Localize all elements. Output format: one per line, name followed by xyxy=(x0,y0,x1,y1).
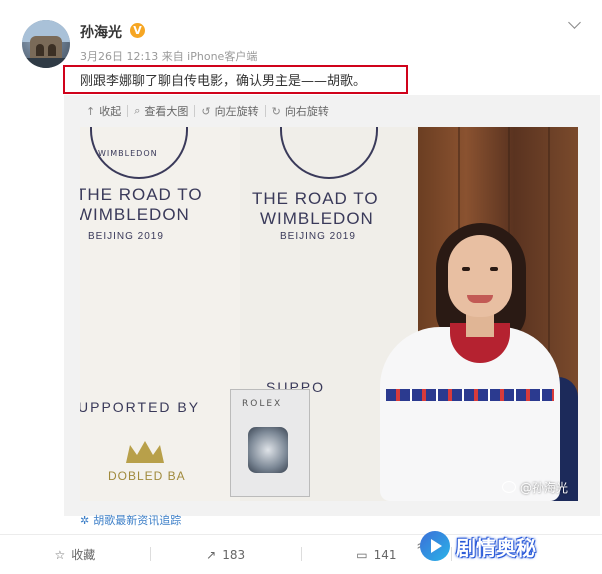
verified-icon: V xyxy=(130,23,145,38)
magnify-icon: ⌕ xyxy=(134,104,141,117)
person-eye-right xyxy=(490,267,498,271)
rotate-left-icon: ↺ xyxy=(201,104,211,118)
comment-icon: ▭ xyxy=(356,547,368,562)
username[interactable]: 孙海光 xyxy=(80,22,122,42)
share-button[interactable]: ↗ 183 xyxy=(151,535,301,574)
crown-text: DOBLED BA xyxy=(108,469,186,483)
person-mouth xyxy=(467,295,493,303)
beijing-center: BEIJING 2019 xyxy=(280,231,356,242)
watch-image xyxy=(248,427,288,473)
crest-label-left: WIMBLEDON xyxy=(98,149,158,158)
weibo-watermark-icon xyxy=(502,481,516,493)
avatar[interactable] xyxy=(22,20,70,68)
rolex-label: ROLEX xyxy=(242,399,283,409)
comment-count: 141 xyxy=(373,547,397,562)
beijing-left: BEIJING 2019 xyxy=(88,231,164,242)
brand-text: 剧情奥秘 xyxy=(456,535,536,560)
image-toolbar: ↑ 收起 ⌕ 查看大图 ↺ 向左旋转 ↻ 向右旋转 xyxy=(80,100,335,122)
collapse-label: 收起 xyxy=(99,105,122,118)
post-photo[interactable]: WIMBLEDON THE ROAD TO WIMBLEDON BEIJING … xyxy=(80,127,578,501)
topic-icon: ✲ xyxy=(80,513,90,527)
rotate-right-icon: ↻ xyxy=(271,104,281,118)
favorite-button[interactable]: ☆ 收藏 xyxy=(0,535,150,574)
share-icon: ↗ xyxy=(206,547,217,562)
collapse-icon: ↑ xyxy=(86,104,96,118)
rotate-right-label: 向右旋转 xyxy=(284,105,329,118)
supported-by: UPPORTED BY xyxy=(80,399,201,415)
chevron-down-icon[interactable] xyxy=(568,16,582,30)
person-face xyxy=(448,235,512,317)
hoodie-stripe xyxy=(386,389,554,401)
favorite-label: 收藏 xyxy=(71,548,96,562)
rolex-crown-logo xyxy=(122,439,168,465)
road-line1-left: THE ROAD TO xyxy=(80,185,203,204)
photo-watermark: @孙海光 xyxy=(520,481,569,495)
topic-link[interactable]: ✲ 胡歌最新资讯追踪 xyxy=(80,512,181,528)
star-icon: ☆ xyxy=(54,547,66,562)
rotate-left-button[interactable]: ↺ 向左旋转 xyxy=(195,103,264,119)
play-logo-icon xyxy=(420,531,450,561)
share-count: 183 xyxy=(222,547,246,562)
rotate-left-label: 向左旋转 xyxy=(214,105,259,118)
road-line2-center: WIMBLEDON xyxy=(260,209,374,228)
person-eye-left xyxy=(462,267,470,271)
rotate-right-button[interactable]: ↻ 向右旋转 xyxy=(266,103,335,119)
view-large-label: 查看大图 xyxy=(144,105,189,118)
brand-watermark: ≈ 剧情奥秘 xyxy=(416,522,600,570)
post-text: 刚跟李娜聊了聊自传电影，确认男主是——胡歌。 xyxy=(80,74,367,89)
topic-label: 胡歌最新资讯追踪 xyxy=(93,514,182,527)
road-line1-center: THE ROAD TO xyxy=(252,189,379,208)
road-line2-left: WIMBLEDON xyxy=(80,205,190,224)
collapse-button[interactable]: ↑ 收起 xyxy=(80,103,127,119)
post-meta: 3月26日 12:13 来自 iPhone客户端 xyxy=(80,50,258,63)
view-large-button[interactable]: ⌕ 查看大图 xyxy=(128,103,194,119)
